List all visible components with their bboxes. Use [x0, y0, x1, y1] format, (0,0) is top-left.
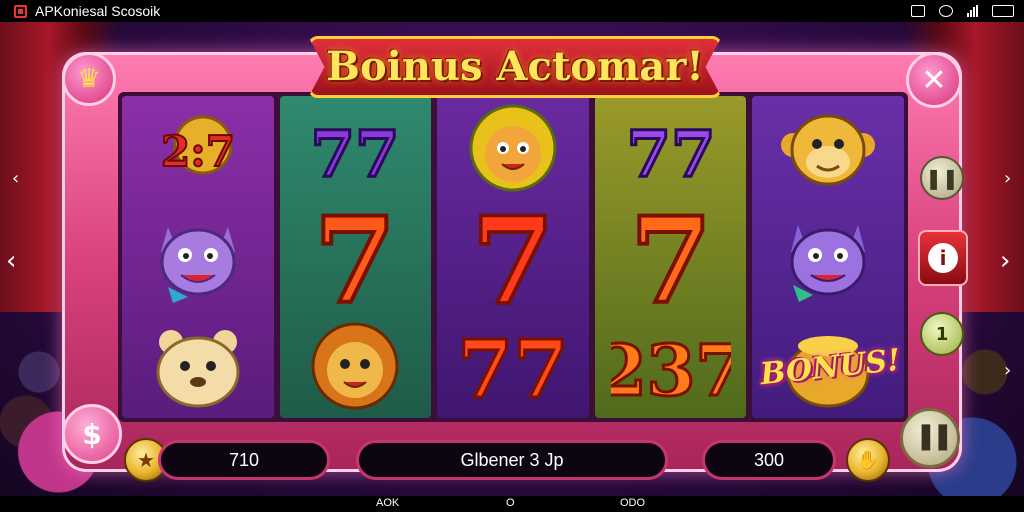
info-button[interactable]: i [918, 230, 968, 286]
pause-button[interactable]: ❚❚ [920, 156, 964, 200]
chevron-right-small-icon: › [1004, 168, 1012, 189]
star-icon: ★ [137, 448, 155, 472]
reel-4: 77 7 237 [594, 96, 747, 418]
battery-icon [992, 5, 1014, 17]
chevron-right-lower-icon: › [1004, 360, 1012, 381]
close-button[interactable]: ✕ [906, 52, 962, 108]
wifi-icon [939, 5, 953, 17]
chevron-left-small-icon: ‹ [12, 168, 20, 189]
lion-crest-button[interactable]: ♛ [62, 52, 116, 106]
svg-text:77: 77 [311, 117, 400, 190]
symbol-267: 2:7 [138, 100, 258, 200]
svg-text:237: 237 [611, 329, 731, 409]
lion-crest-icon: ♛ [77, 64, 101, 94]
chevron-right-icon[interactable]: › [1000, 246, 1010, 276]
symbol-wolf [768, 207, 888, 307]
symbol-monkey [768, 100, 888, 200]
symbol-77: 77 [295, 100, 415, 200]
spin-coin-button[interactable]: ✋ [846, 438, 890, 482]
reel-2: 77 7 [279, 96, 432, 418]
coin-icon: 1 [935, 323, 949, 345]
system-nav-bar: AOK O ODO [0, 496, 1024, 512]
bet-field: 300 [702, 440, 836, 480]
title-banner: Boinus Actomar! [308, 22, 722, 102]
svg-text:77: 77 [457, 322, 568, 409]
svg-text:7: 7 [314, 202, 396, 312]
symbol-bear [138, 314, 258, 414]
symbol-wolf [138, 207, 258, 307]
symbol-77: 77 [453, 314, 573, 414]
dollar-icon: $ [82, 417, 102, 451]
symbol-7: 7 [453, 197, 573, 317]
nav-recents[interactable]: ODO [620, 497, 645, 509]
svg-text:77: 77 [626, 117, 715, 190]
reel-1: 2:7 [122, 96, 274, 418]
reel-3: 7 77 [437, 96, 589, 418]
banner-title: Boinus Actomar! [326, 43, 704, 90]
app-title: APKoniesal Scosoik [35, 3, 161, 19]
signal-icon [967, 5, 978, 17]
menu-button[interactable]: ▐▐ [900, 408, 960, 468]
coin-side-button[interactable]: 1 [920, 312, 964, 356]
status-field: Glbener 3 Jp [356, 440, 668, 480]
symbol-237: 237 [611, 314, 731, 414]
close-icon: ✕ [921, 62, 947, 98]
svg-text:2:7: 2:7 [161, 127, 235, 176]
symbol-7: 7 [611, 202, 731, 312]
status-bar: APKoniesal Scosoik [0, 0, 1024, 22]
svg-text:7: 7 [471, 197, 555, 317]
nav-back[interactable]: AOK [376, 497, 399, 509]
svg-text:7: 7 [630, 202, 712, 312]
balance-field: 710 [158, 440, 330, 480]
hand-icon: ✋ [856, 449, 880, 471]
menu-icon: ▐▐ [913, 425, 947, 451]
symbol-77: 77 [611, 100, 731, 200]
alarm-icon [911, 5, 925, 17]
info-icon: i [928, 243, 958, 273]
nav-home[interactable]: O [506, 497, 515, 509]
symbol-lion [453, 100, 573, 200]
symbol-lion [295, 314, 415, 414]
pause-icon: ❚❚ [925, 166, 959, 190]
symbol-7: 7 [295, 202, 415, 312]
app-icon [14, 4, 27, 18]
chevron-left-icon[interactable]: ‹ [6, 246, 16, 276]
currency-button[interactable]: $ [62, 404, 122, 464]
